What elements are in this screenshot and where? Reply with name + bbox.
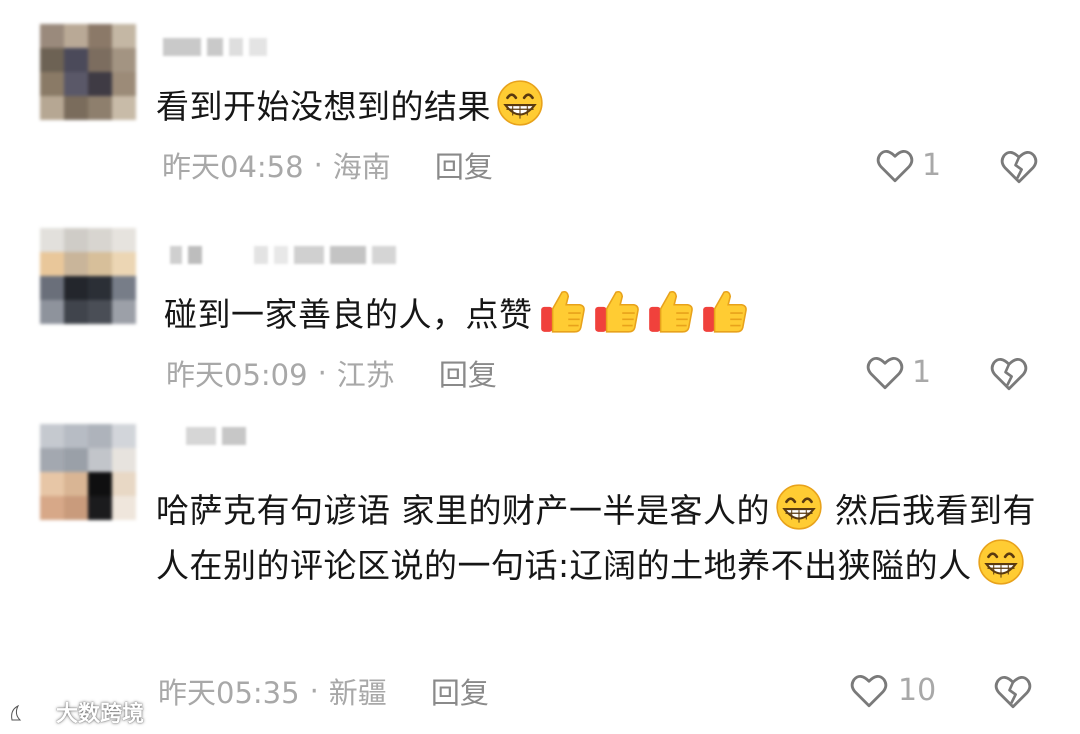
thumbs-up-emoji <box>645 286 695 336</box>
like-count: 1 <box>912 354 932 390</box>
grin-emoji <box>976 537 1026 587</box>
comment-time: 昨天05:35 <box>158 676 300 710</box>
thumbs-up-emoji <box>699 286 749 336</box>
username-blurred[interactable] <box>163 36 267 58</box>
separator-dot: · <box>313 148 323 182</box>
grin-emoji <box>495 78 545 128</box>
broken-heart-icon[interactable] <box>998 145 1040 187</box>
reply-button[interactable]: 回复 <box>439 352 497 394</box>
comment-text: 哈萨克有句谚语 家里的财产一半是客人的 然后我看到有人在别的评论区说的一句话:辽… <box>156 482 1046 592</box>
reply-button[interactable]: 回复 <box>435 144 493 186</box>
comment-text: 碰到一家善良的人，点赞 <box>164 286 1054 341</box>
watermark-text: 大数跨境 <box>56 702 145 727</box>
like-count: 10 <box>898 672 937 708</box>
comment-text: 看到开始没想到的结果 <box>156 78 1046 133</box>
reply-button[interactable]: 回复 <box>431 670 489 712</box>
separator-dot: · <box>309 674 319 708</box>
comment-region: 海南 <box>332 150 391 184</box>
heart-outline-icon <box>848 669 890 711</box>
avatar[interactable] <box>40 424 136 520</box>
heart-outline-icon <box>874 144 916 186</box>
broken-heart-icon[interactable] <box>992 670 1034 712</box>
heart-outline-icon <box>864 351 906 393</box>
thumbs-up-emoji <box>537 286 587 336</box>
separator-dot: · <box>317 356 327 390</box>
username-blurred[interactable] <box>170 244 396 266</box>
comment-region: 江苏 <box>336 358 395 392</box>
username-blurred[interactable] <box>186 425 246 447</box>
avatar[interactable] <box>40 24 136 120</box>
thumbs-up-emoji <box>591 286 641 336</box>
like-count: 1 <box>922 147 942 183</box>
comment-region: 新疆 <box>328 676 387 710</box>
like-button[interactable]: 1 <box>874 144 941 186</box>
comment-time: 昨天04:58 <box>162 150 304 184</box>
like-button[interactable]: 10 <box>848 669 936 711</box>
avatar[interactable] <box>40 228 136 324</box>
broken-heart-icon[interactable] <box>988 352 1030 394</box>
comment-time: 昨天05:09 <box>166 358 308 392</box>
brand-logo-icon <box>11 702 52 721</box>
watermark: 大数跨境 <box>8 696 144 728</box>
like-button[interactable]: 1 <box>864 351 931 393</box>
grin-emoji <box>774 482 824 532</box>
